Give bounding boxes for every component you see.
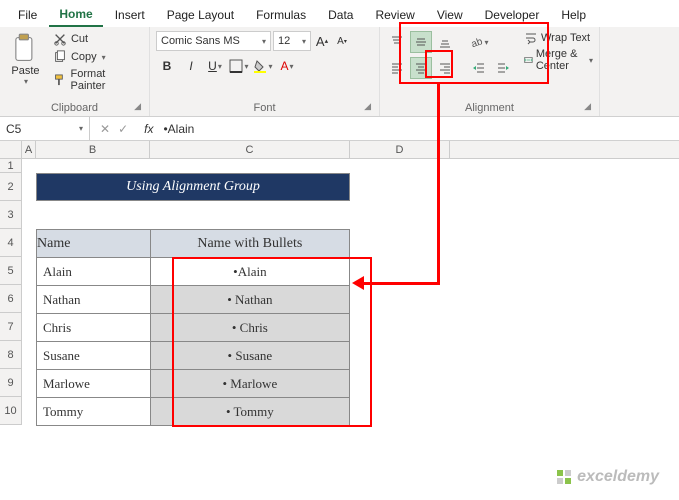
paste-button[interactable]: Paste ▾ xyxy=(6,31,45,93)
wrap-text-button[interactable]: Wrap Text xyxy=(524,31,593,45)
annotation-arrow xyxy=(437,84,440,284)
column-header[interactable]: A xyxy=(22,141,36,158)
dialog-launcher-icon[interactable]: ◢ xyxy=(134,101,141,112)
cut-button[interactable]: Cut xyxy=(51,31,143,47)
align-bottom-button[interactable] xyxy=(434,31,456,53)
group-clipboard: Paste ▾ Cut Copy▾ Format Painter Clipboa… xyxy=(0,27,150,116)
row-header[interactable]: 3 xyxy=(0,201,21,229)
watermark: exceldemy xyxy=(555,468,659,486)
dialog-launcher-icon[interactable]: ◢ xyxy=(364,101,371,112)
column-header[interactable]: B xyxy=(36,141,150,158)
group-alignment: ab▾ Wrap Text Merge & Center▾ Alignment◢ xyxy=(380,27,600,116)
column-header[interactable]: D xyxy=(350,141,450,158)
row-header[interactable]: 9 xyxy=(0,369,21,397)
paste-label: Paste xyxy=(11,65,39,77)
chevron-down-icon: ▾ xyxy=(24,77,28,86)
tab-formulas[interactable]: Formulas xyxy=(246,4,316,26)
cell[interactable]: • Tommy xyxy=(150,398,349,426)
font-label: Font◢ xyxy=(156,100,373,114)
cell[interactable]: Susane xyxy=(37,342,151,370)
cell[interactable]: • Nathan xyxy=(150,286,349,314)
annotation-arrow xyxy=(362,282,440,285)
fill-color-button[interactable]: ▾ xyxy=(252,55,274,77)
svg-text:ab: ab xyxy=(470,36,483,49)
cell[interactable]: Tommy xyxy=(37,398,151,426)
merge-center-button[interactable]: Merge & Center▾ xyxy=(524,48,593,72)
select-all-button[interactable] xyxy=(0,141,22,158)
tab-review[interactable]: Review xyxy=(365,4,424,26)
formula-input[interactable]: •Alain xyxy=(159,122,194,136)
align-left-button[interactable] xyxy=(386,57,408,79)
title-cell[interactable]: Using Alignment Group xyxy=(36,173,350,201)
row-header[interactable]: 8 xyxy=(0,341,21,369)
font-name-select[interactable]: Comic Sans MS▾ xyxy=(156,31,271,51)
increase-font-button[interactable]: A▴ xyxy=(313,31,331,51)
tab-page-layout[interactable]: Page Layout xyxy=(157,4,244,26)
formula-bar: C5▾ ✕ ✓ fx •Alain xyxy=(0,117,679,141)
ribbon: Paste ▾ Cut Copy▾ Format Painter Clipboa… xyxy=(0,27,679,117)
cell[interactable]: • Marlowe xyxy=(150,370,349,398)
row-header[interactable]: 1 xyxy=(0,159,21,173)
cell[interactable]: •Alain xyxy=(150,258,349,286)
row-header[interactable]: 2 xyxy=(0,173,21,201)
decrease-indent-button[interactable] xyxy=(468,57,490,79)
cell[interactable]: Alain xyxy=(37,258,151,286)
data-table: Name Name with Bullets Alain•Alain Natha… xyxy=(36,229,350,426)
font-size-select[interactable]: 12▾ xyxy=(273,31,311,51)
font-color-button[interactable]: A▾ xyxy=(276,55,298,77)
enter-icon[interactable]: ✓ xyxy=(118,122,128,136)
cell[interactable]: Marlowe xyxy=(37,370,151,398)
row-header[interactable]: 5 xyxy=(0,257,21,285)
align-top-button[interactable] xyxy=(386,31,408,53)
orientation-button[interactable]: ab▾ xyxy=(468,31,490,53)
tab-insert[interactable]: Insert xyxy=(105,4,155,26)
format-painter-button[interactable]: Format Painter xyxy=(51,67,143,93)
cancel-icon[interactable]: ✕ xyxy=(100,122,110,136)
border-button[interactable]: ▾ xyxy=(228,55,250,77)
underline-button[interactable]: U▾ xyxy=(204,55,226,77)
tab-developer[interactable]: Developer xyxy=(475,4,550,26)
row-header[interactable]: 7 xyxy=(0,313,21,341)
group-font: Comic Sans MS▾ 12▾ A▴ A▾ B I U▾ ▾ ▾ A▾ F… xyxy=(150,27,380,116)
tab-file[interactable]: File xyxy=(8,4,47,26)
clipboard-label: Clipboard◢ xyxy=(6,100,143,114)
align-middle-button[interactable] xyxy=(410,31,432,53)
decrease-font-button[interactable]: A▾ xyxy=(333,31,351,51)
copy-button[interactable]: Copy▾ xyxy=(51,49,143,65)
increase-indent-button[interactable] xyxy=(492,57,514,79)
tab-help[interactable]: Help xyxy=(551,4,596,26)
cell[interactable]: Chris xyxy=(37,314,151,342)
header-bullet[interactable]: Name with Bullets xyxy=(150,230,349,258)
row-header[interactable]: 4 xyxy=(0,229,21,257)
cell[interactable]: • Chris xyxy=(150,314,349,342)
row-header[interactable]: 10 xyxy=(0,397,21,425)
align-center-button[interactable] xyxy=(410,57,432,79)
tab-view[interactable]: View xyxy=(427,4,473,26)
cell[interactable]: Nathan xyxy=(37,286,151,314)
name-box[interactable]: C5▾ xyxy=(0,117,90,140)
header-name[interactable]: Name xyxy=(37,230,151,258)
tab-home[interactable]: Home xyxy=(49,3,102,27)
annotation-arrow-head xyxy=(352,276,364,290)
row-header[interactable]: 6 xyxy=(0,285,21,313)
column-header[interactable]: C xyxy=(150,141,350,158)
italic-button[interactable]: I xyxy=(180,55,202,77)
align-right-button[interactable] xyxy=(434,57,456,79)
ribbon-tabs: File Home Insert Page Layout Formulas Da… xyxy=(0,0,679,27)
worksheet-grid: A B C D 1 2 3 4 5 6 7 8 9 10 Using Align… xyxy=(0,141,679,425)
fx-icon[interactable]: fx xyxy=(138,122,159,136)
dialog-launcher-icon[interactable]: ◢ xyxy=(584,101,591,112)
alignment-label: Alignment◢ xyxy=(386,100,593,114)
cell[interactable]: • Susane xyxy=(150,342,349,370)
tab-data[interactable]: Data xyxy=(318,4,363,26)
bold-button[interactable]: B xyxy=(156,55,178,77)
